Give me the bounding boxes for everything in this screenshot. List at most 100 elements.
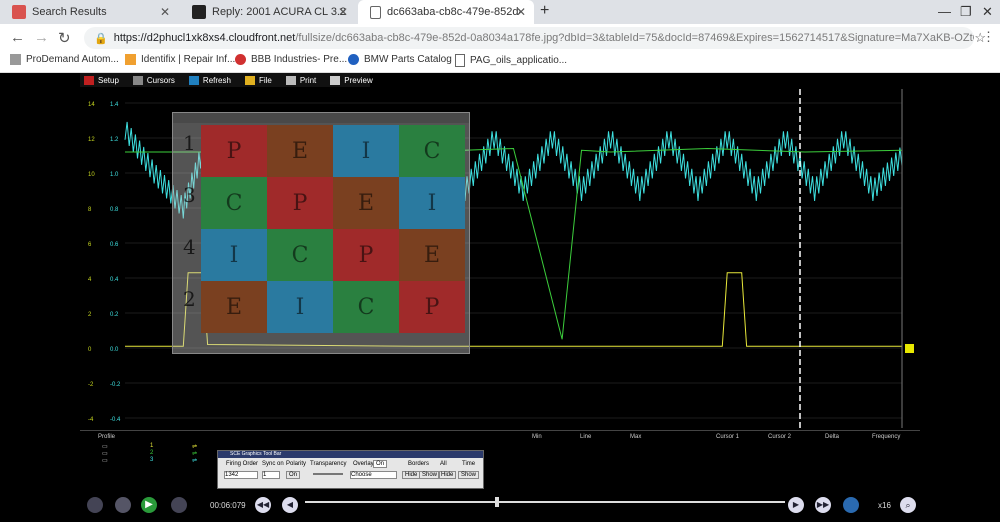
back-icon[interactable]: ← <box>10 29 25 46</box>
overlay-row-number: 3 <box>183 183 196 207</box>
rewind-icon[interactable]: ◀◀ <box>255 497 271 513</box>
preview-icon <box>330 75 341 85</box>
menu-preview[interactable]: Preview <box>326 75 373 85</box>
header-cursor1: Cursor 1 <box>716 434 740 440</box>
menu-label: File <box>258 75 272 85</box>
menu-setup[interactable]: Setup <box>80 75 119 85</box>
overlay-titlebar[interactable] <box>173 113 469 123</box>
overlay-row-number: 1 <box>183 131 196 155</box>
forward-icon[interactable]: → <box>34 29 49 46</box>
restore-icon[interactable]: ❐ <box>960 4 972 20</box>
firing-order-select[interactable]: 1342 <box>224 471 258 479</box>
transparency-slider[interactable] <box>313 473 343 475</box>
header-min: Min <box>532 434 542 440</box>
setup-icon <box>84 75 94 85</box>
graphics-toolbar-dialog[interactable]: SCE Graphics Tool Bar Firing Order Sync … <box>217 450 484 489</box>
zoom-fit-icon[interactable] <box>843 497 859 513</box>
favicon-icon <box>12 5 26 19</box>
y-tick-label: 6 <box>88 242 92 248</box>
overlay-cell: E <box>201 281 267 333</box>
y-tick-label: 0.4 <box>110 277 119 283</box>
timeline-thumb[interactable] <box>495 497 499 507</box>
y-tick-label: -2 <box>88 382 94 388</box>
overlay-cell: I <box>201 229 267 281</box>
header-cursor2: Cursor 2 <box>768 434 792 440</box>
minimize-icon[interactable]: — <box>938 4 951 19</box>
menu-file[interactable]: File <box>241 75 272 85</box>
label-sync: Sync on <box>262 461 284 467</box>
track-number: 3 <box>150 457 154 463</box>
overlay-cell: C <box>201 177 267 229</box>
y-tick-label: 10 <box>88 172 95 178</box>
bookmark-label: Identifix | Repair Inf... <box>141 54 236 65</box>
snapshot-icon[interactable] <box>171 497 187 513</box>
track-icon[interactable]: ▭ <box>102 443 108 450</box>
bookmark-label: BBB Industries- Pre... <box>251 54 348 65</box>
bookmark-item[interactable]: Identifix | Repair Inf... <box>125 54 235 65</box>
url-field[interactable]: 🔒 https://d2phucl1xk8xs4.cloudfront.net … <box>84 27 986 49</box>
menu-cursors[interactable]: Cursors <box>129 75 175 85</box>
stop-icon[interactable] <box>115 497 131 513</box>
header-frequency: Frequency <box>872 434 901 440</box>
y-tick-label: 1.2 <box>110 137 119 143</box>
time-show-button[interactable]: Show <box>458 471 480 479</box>
label-overlay: Overlay <box>353 461 374 467</box>
bookmark-item[interactable]: BMW Parts Catalog <box>348 54 452 65</box>
polarity-button[interactable]: On <box>286 471 301 479</box>
probe-icon: ⇌ <box>192 451 198 457</box>
borders-show-button[interactable]: Show <box>419 471 441 479</box>
y-tick-label: 0 <box>88 347 92 353</box>
all-hide-button[interactable]: Hide <box>438 471 457 479</box>
tab-search-results[interactable]: Search Results ✕ <box>0 0 178 24</box>
overlay-cell: I <box>267 281 333 333</box>
bookmark-icon <box>235 54 246 65</box>
bookmark-item[interactable]: BBB Industries- Pre... <box>235 54 347 65</box>
bookmark-icon <box>125 54 136 65</box>
close-tab-icon[interactable]: ✕ <box>516 5 526 19</box>
bookmark-label: PAG_oils_applicatio... <box>470 55 568 66</box>
tab-image[interactable]: dc663aba-cb8c-479e-852d-0a80 ✕ <box>358 0 534 24</box>
label-all: All <box>440 461 447 467</box>
reload-icon[interactable]: ↻ <box>58 29 71 47</box>
magnifier-icon[interactable]: ⌕ <box>900 497 916 513</box>
timeline-track[interactable] <box>305 501 785 503</box>
firing-order-overlay[interactable]: 1PEIC3CPEI4ICPE2EICP <box>172 112 470 354</box>
y-tick-label: 4 <box>88 277 92 283</box>
menu-refresh[interactable]: Refresh <box>185 75 231 85</box>
bookmark-icon <box>10 54 21 65</box>
bookmark-item[interactable]: PAG_oils_applicatio... <box>455 54 567 67</box>
menu-label: Print <box>299 75 317 85</box>
step-back-icon[interactable]: ◀ <box>282 497 298 513</box>
y-tick-label: -0.2 <box>110 382 121 388</box>
menu-icon[interactable]: ⋮ <box>982 29 995 45</box>
overlay-cell: E <box>333 177 399 229</box>
close-window-icon[interactable]: ✕ <box>982 4 993 20</box>
close-tab-icon[interactable]: ✕ <box>160 5 170 19</box>
bookmark-item[interactable]: ProDemand Autom... <box>10 54 119 65</box>
track-number: 2 <box>150 450 154 456</box>
tab-title: Reply: 2001 ACURA CL 3.2 CRAN <box>212 6 347 18</box>
record-icon[interactable] <box>87 497 103 513</box>
overlay-on-toggle[interactable]: On <box>373 460 388 468</box>
label-transparency: Transparency <box>310 461 347 467</box>
overlay-cell: I <box>333 125 399 177</box>
tab-title: dc663aba-cb8c-479e-852d-0a80 <box>387 6 522 18</box>
header-delta: Delta <box>825 434 840 440</box>
favicon-icon <box>192 5 206 19</box>
header-line: Line <box>580 434 592 440</box>
fast-forward-icon[interactable]: ▶▶ <box>815 497 831 513</box>
menu-print[interactable]: Print <box>282 75 317 85</box>
overlay-cell: P <box>399 281 465 333</box>
overlay-mode-select[interactable]: Choose <box>350 471 397 479</box>
step-forward-icon[interactable]: ▶ <box>788 497 804 513</box>
track-icon[interactable]: ▭ <box>102 457 108 464</box>
probe-icon: ⇌ <box>192 458 198 464</box>
tab-reply[interactable]: Reply: 2001 ACURA CL 3.2 CRAN ✕ <box>180 0 356 24</box>
new-tab-icon[interactable]: + <box>540 2 549 20</box>
address-bar-row: ← → ↻ 🔒 https://d2phucl1xk8xs4.cloudfron… <box>0 24 1000 52</box>
close-tab-icon[interactable]: ✕ <box>338 5 348 19</box>
sync-select[interactable]: 1 <box>262 471 280 479</box>
play-icon[interactable]: ▶ <box>141 497 157 513</box>
borders-hide-button[interactable]: Hide <box>402 471 421 479</box>
track-icon[interactable]: ▭ <box>102 450 108 457</box>
